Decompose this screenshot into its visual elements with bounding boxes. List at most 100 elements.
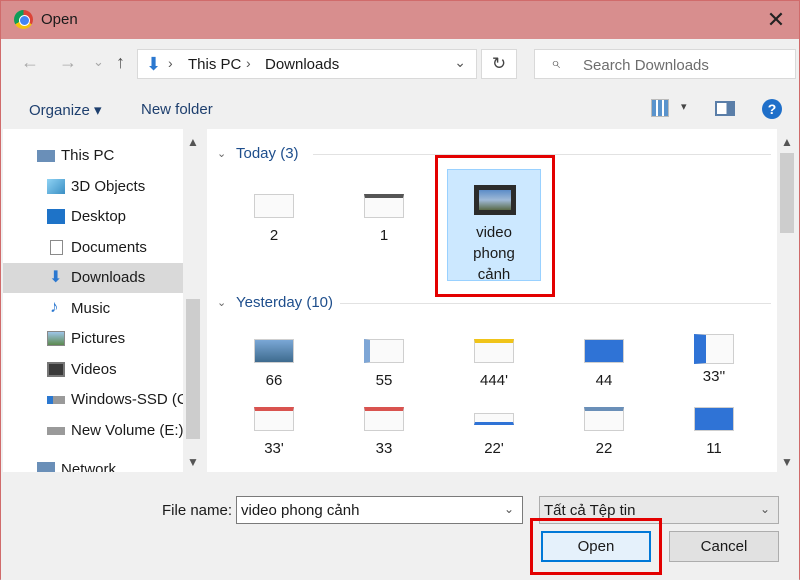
file-name: 66 — [265, 372, 283, 389]
downloads-icon: ⬇ — [49, 269, 63, 286]
file-type-value: Tất cả Tệp tin — [544, 502, 636, 519]
organize-button[interactable]: Organize ▾ — [29, 101, 102, 119]
file-item[interactable]: 22 — [556, 407, 652, 459]
3d-objects-icon — [47, 179, 65, 194]
group-header-yesterday[interactable]: Yesterday (10) — [236, 294, 333, 311]
file-item[interactable]: 33 — [336, 407, 432, 459]
file-name: 55 — [375, 372, 393, 389]
open-dialog: Open ✕ ← → ⌄ ↑ ⬇ › This PC › Downloads ⌄… — [0, 0, 800, 580]
file-item[interactable]: 66 — [226, 339, 322, 391]
preview-pane-icon[interactable] — [715, 101, 735, 116]
sidebar-item-network[interactable]: Network — [3, 455, 183, 472]
recent-locations-icon[interactable]: ⌄ — [93, 54, 104, 70]
sidebar-item-desktop[interactable]: Desktop — [3, 202, 183, 232]
sidebar-item-label: Pictures — [71, 330, 126, 347]
scroll-down-icon[interactable]: ▼ — [187, 455, 199, 469]
file-item[interactable]: 22' — [446, 413, 542, 459]
sidebar-item-downloads[interactable]: ⬇ Downloads — [3, 263, 183, 293]
close-icon[interactable]: ✕ — [753, 1, 799, 39]
file-item[interactable]: 444' — [446, 339, 542, 391]
change-view-icon[interactable] — [651, 99, 669, 117]
sidebar-item-pictures[interactable]: Pictures — [3, 324, 183, 354]
sidebar-item-documents[interactable]: Documents — [3, 233, 183, 263]
up-arrow-icon[interactable]: ↑ — [116, 52, 125, 73]
sidebar-item-label: Documents — [71, 239, 147, 256]
sidebar-item-this-pc[interactable]: This PC — [3, 141, 183, 171]
file-name: 22 — [595, 440, 613, 457]
sidebar-item-label: Videos — [71, 361, 117, 378]
file-name-input[interactable] — [241, 500, 491, 520]
chevron-down-icon[interactable]: ⌄ — [217, 296, 226, 309]
sidebar-item-music[interactable]: ♪ Music — [3, 294, 183, 324]
videos-icon — [47, 362, 65, 377]
file-item[interactable]: 11 — [666, 407, 762, 459]
file-item[interactable]: 33'' — [666, 334, 762, 387]
help-icon[interactable]: ? — [762, 99, 782, 119]
file-item[interactable]: 2 — [226, 194, 322, 246]
group-divider — [340, 303, 771, 304]
file-name: 2 — [269, 227, 279, 244]
address-bar[interactable]: ⬇ › This PC › Downloads ⌄ — [137, 49, 477, 79]
refresh-button[interactable]: ↻ — [481, 49, 517, 79]
sidebar-item-new-volume[interactable]: New Volume (E:) — [3, 416, 184, 446]
navigation-bar: ← → ⌄ ↑ ⬇ › This PC › Downloads ⌄ ↻ ⌕ — [1, 41, 799, 87]
file-thumbnail — [254, 407, 294, 431]
sidebar-item-videos[interactable]: Videos — [3, 355, 183, 385]
file-name: 44 — [595, 372, 613, 389]
sidebar-item-label: Music — [71, 300, 111, 317]
file-name: 22' — [484, 440, 504, 457]
file-thumbnail — [584, 339, 624, 363]
breadcrumb-downloads[interactable]: Downloads — [265, 56, 339, 73]
group-header-today[interactable]: Today (3) — [236, 145, 299, 162]
sidebar-item-3d-objects[interactable]: 3D Objects — [3, 172, 183, 202]
sidebar-item-windows-ssd[interactable]: Windows-SSD (C — [3, 385, 188, 415]
back-arrow-icon[interactable]: ← — [21, 52, 39, 73]
highlight-box — [530, 518, 662, 575]
chrome-icon — [14, 10, 33, 29]
scrollbar-thumb[interactable] — [186, 299, 200, 439]
file-item[interactable]: 44 — [556, 339, 652, 391]
new-folder-button[interactable]: New folder — [141, 101, 213, 118]
forward-arrow-icon[interactable]: → — [59, 52, 77, 73]
downloads-arrow-icon: ⬇ — [146, 54, 162, 74]
file-thumbnail — [254, 194, 294, 218]
search-input[interactable] — [583, 54, 783, 76]
pc-icon — [37, 150, 55, 162]
drive-icon — [47, 427, 65, 435]
file-thumbnail — [364, 339, 404, 363]
file-thumbnail — [584, 407, 624, 431]
file-name: 33' — [264, 440, 284, 457]
chevron-down-icon[interactable]: ⌄ — [217, 147, 226, 160]
file-item[interactable]: 33' — [226, 407, 322, 459]
pictures-icon — [47, 331, 65, 346]
chevron-down-icon[interactable]: ⌄ — [504, 502, 514, 516]
file-thumbnail — [474, 339, 514, 363]
sidebar-scrollbar[interactable]: ▲ ▼ — [183, 129, 203, 472]
file-name-field[interactable]: ⌄ — [236, 496, 523, 524]
file-thumbnail — [474, 413, 514, 425]
search-box[interactable]: ⌕ — [534, 49, 796, 79]
chevron-down-icon: ⌄ — [759, 502, 770, 516]
navigation-pane: This PC 3D Objects Desktop Documents ⬇ D… — [3, 129, 203, 472]
network-icon — [37, 462, 55, 472]
desktop-icon — [47, 209, 65, 224]
file-list-scrollbar[interactable]: ▲ ▼ — [777, 129, 797, 472]
scroll-up-icon[interactable]: ▲ — [187, 135, 199, 149]
view-options-dropdown[interactable]: ▾ — [681, 100, 687, 113]
chevron-down-icon[interactable]: ⌄ — [454, 54, 466, 71]
file-name-label: File name: — [162, 502, 233, 519]
drive-icon — [47, 396, 65, 404]
file-item[interactable]: 1 — [336, 194, 432, 246]
sidebar-item-label: Network — [61, 461, 117, 472]
cancel-button[interactable]: Cancel — [669, 531, 779, 562]
sidebar-item-label: This PC — [61, 147, 115, 164]
file-name: 1 — [379, 227, 389, 244]
sidebar-item-label: Windows-SSD (C — [71, 391, 188, 408]
scroll-down-icon[interactable]: ▼ — [781, 455, 793, 469]
scroll-up-icon[interactable]: ▲ — [781, 135, 793, 149]
breadcrumb-this-pc[interactable]: This PC — [188, 56, 241, 73]
file-item[interactable]: 55 — [336, 339, 432, 391]
file-thumbnail — [694, 334, 734, 364]
scrollbar-thumb[interactable] — [780, 153, 794, 233]
search-icon: ⌕ — [551, 55, 560, 72]
